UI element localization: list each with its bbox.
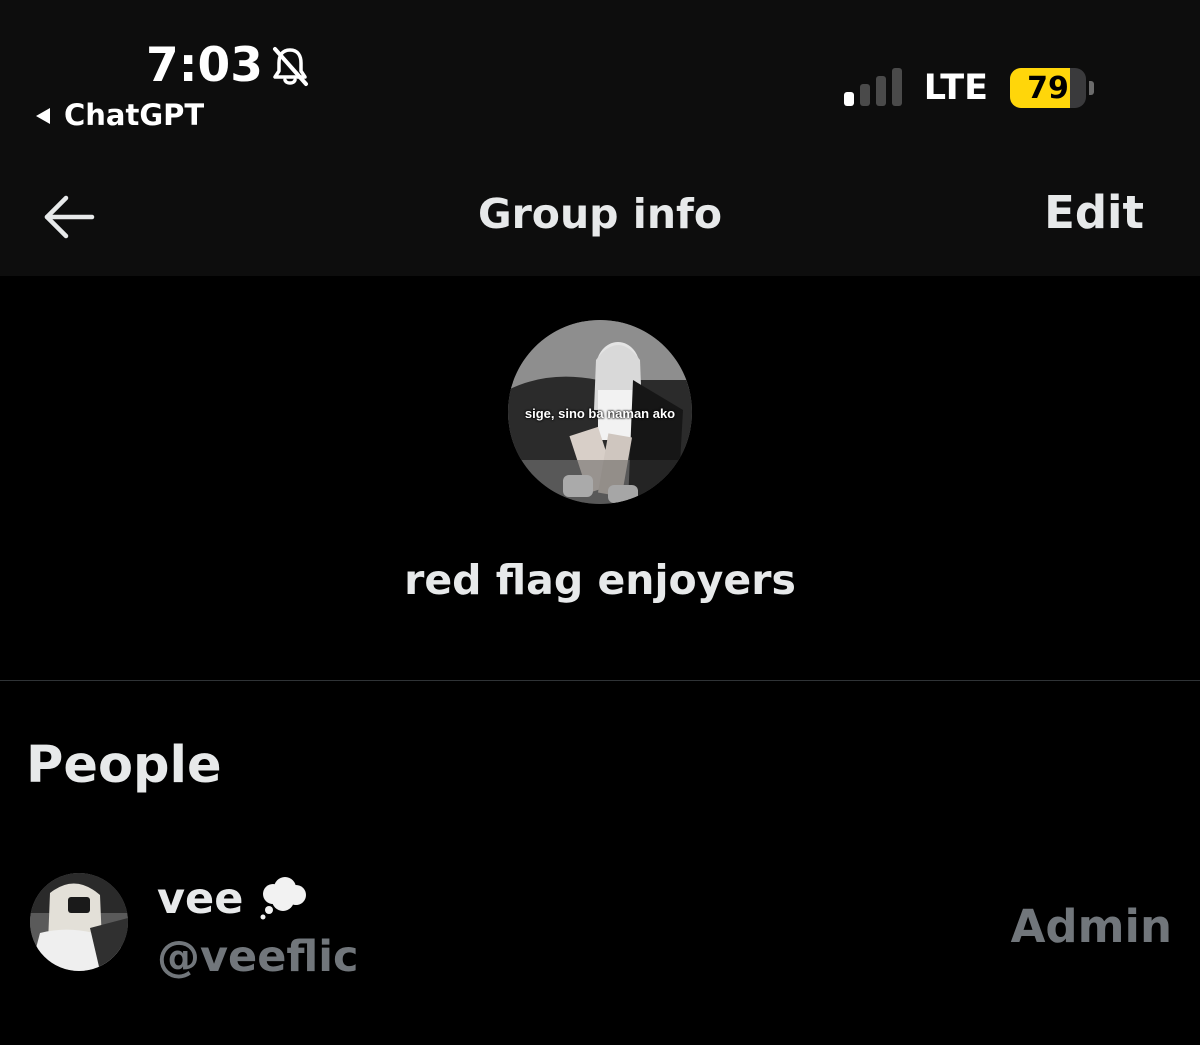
nav-bar: Group info Edit [0, 160, 1200, 276]
group-name: red flag enjoyers [404, 556, 796, 604]
battery-tip [1089, 81, 1094, 95]
section-divider [0, 680, 1200, 681]
bell-slash-icon [272, 46, 308, 86]
page-title: Group info [477, 190, 723, 238]
battery-icon: 79 [1010, 68, 1094, 108]
member-handle: @veeflic [157, 932, 359, 982]
battery-body: 79 [1010, 68, 1086, 108]
thought-balloon-icon [260, 877, 307, 920]
avatar [30, 873, 128, 971]
group-avatar[interactable]: sige, sino ba naman ako [508, 320, 692, 504]
member-avatar-photo [30, 873, 128, 971]
member-name-line: vee [157, 874, 309, 924]
battery-percent: 79 [1027, 70, 1069, 106]
time-group: 7:03 [146, 42, 311, 89]
people-section-title: People [26, 736, 222, 795]
back-app-label: ChatGPT [64, 98, 205, 132]
status-indicators: LTE 79 [843, 67, 1094, 108]
back-to-app-link[interactable]: ChatGPT [34, 101, 204, 130]
member-name: vee [157, 874, 244, 924]
edit-button[interactable]: Edit [1044, 186, 1144, 239]
group-avatar-caption: sige, sino ba naman ako [524, 406, 676, 421]
signal-icon [843, 68, 902, 106]
member-row[interactable]: vee @veeflic Admin [0, 860, 1200, 990]
status-time: 7:03 [146, 38, 263, 93]
network-type: LTE [923, 67, 988, 108]
status-bar: 7:03 ChatGPT LTE 79 [0, 0, 1200, 160]
back-triangle-icon [36, 107, 50, 124]
member-role-badge: Admin [1010, 900, 1172, 953]
